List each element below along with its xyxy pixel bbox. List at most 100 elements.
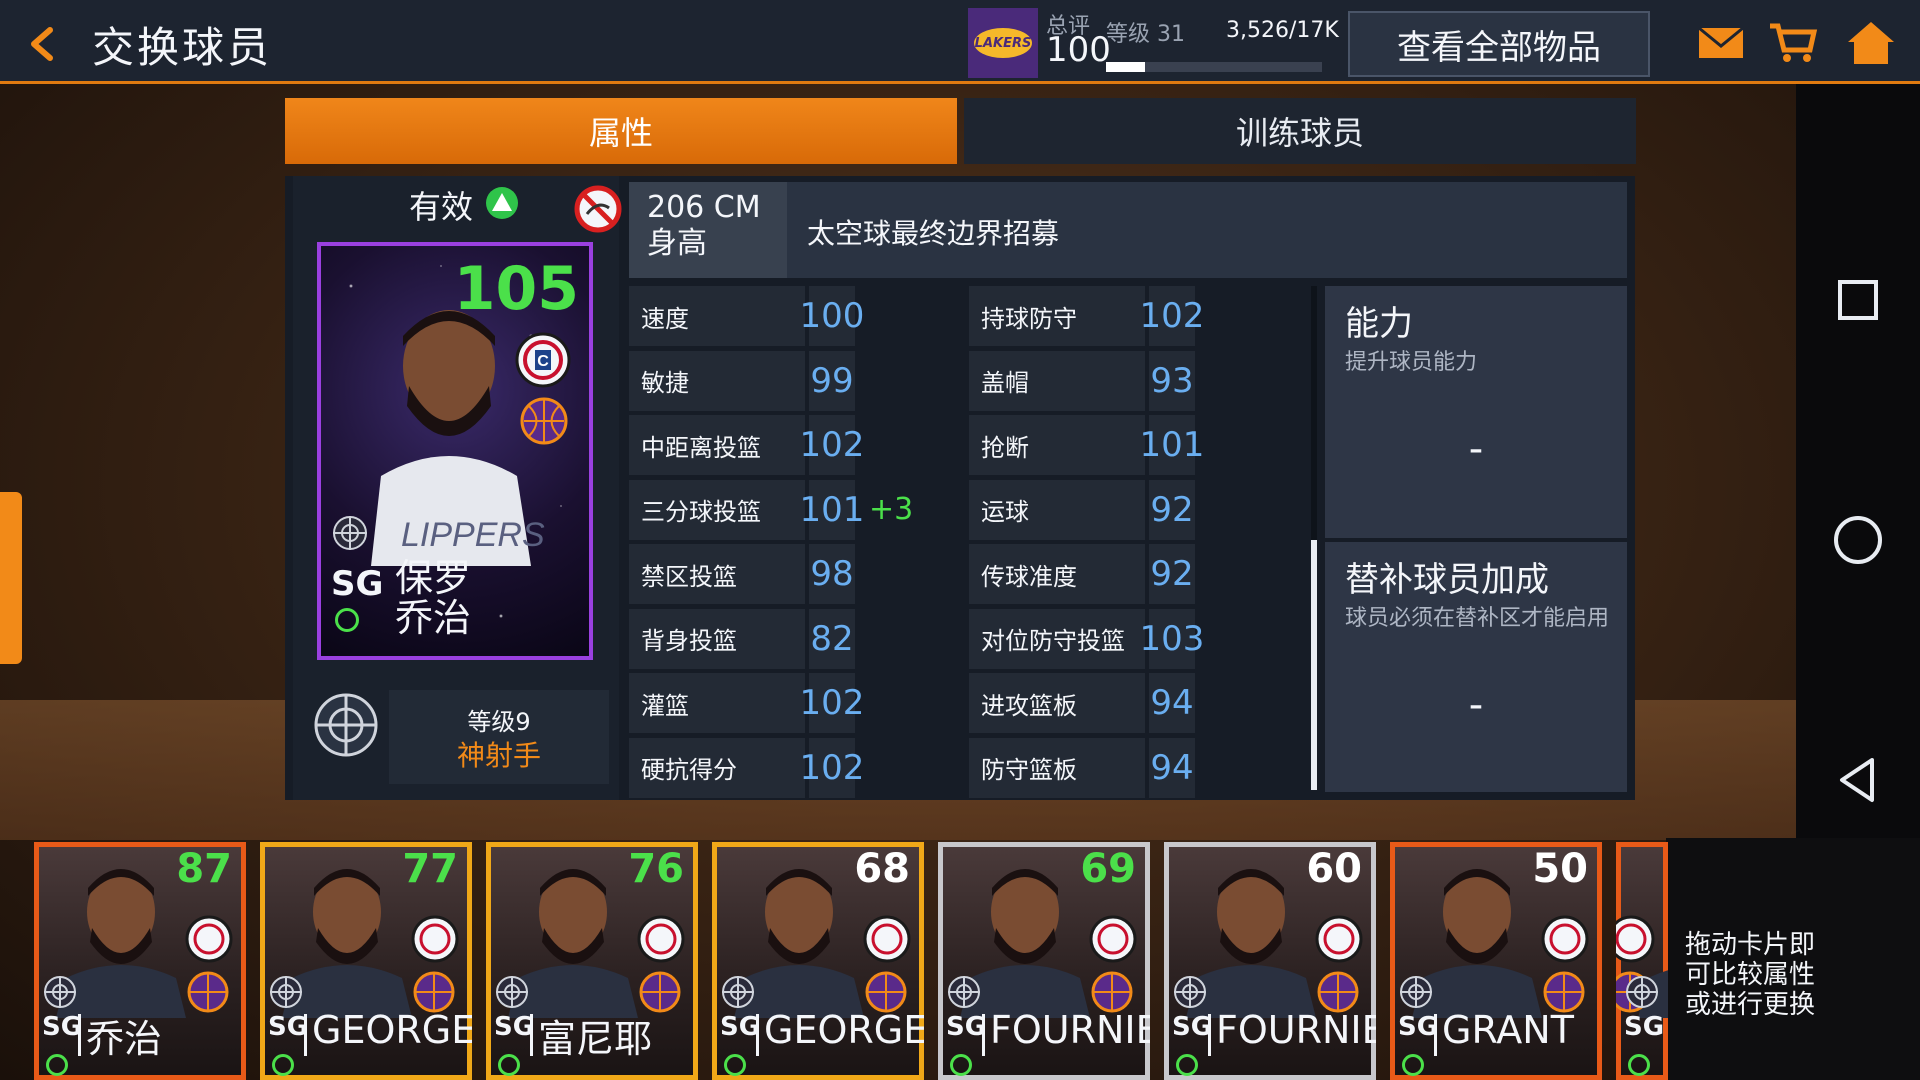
card-position: SG bbox=[42, 1012, 83, 1042]
card-position: SG bbox=[1172, 1012, 1213, 1042]
card-player-name: GEORGE bbox=[312, 1008, 472, 1052]
skill-box[interactable]: 等级9 神射手 bbox=[389, 690, 609, 784]
bench-bonus-panel[interactable]: 替补球员加成 球员必须在替补区才能启用 - bbox=[1325, 542, 1627, 792]
crosshair-icon bbox=[496, 976, 528, 1008]
team-badge-icon bbox=[1089, 915, 1137, 963]
cart-icon[interactable] bbox=[1768, 20, 1818, 66]
no-trade-icon[interactable] bbox=[573, 184, 623, 234]
stat-name: 中距离投篮 bbox=[629, 415, 805, 475]
stat-value: 102 bbox=[1140, 286, 1204, 346]
back-triangle-icon[interactable] bbox=[1828, 750, 1888, 810]
team-logo-text: LAKERS bbox=[974, 28, 1032, 58]
view-all-items-button[interactable]: 查看全部物品 bbox=[1348, 11, 1650, 77]
status-dot bbox=[46, 1054, 68, 1076]
card-name-separator bbox=[78, 1014, 81, 1056]
recent-apps-icon[interactable] bbox=[1828, 270, 1888, 330]
tab-attributes[interactable]: 属性 bbox=[285, 98, 957, 164]
stat-value: 92 bbox=[1149, 479, 1195, 540]
stat-value: 101 bbox=[1140, 415, 1204, 475]
team-logo: LAKERS bbox=[968, 8, 1038, 78]
card-origin: 太空球最终边界招募 bbox=[807, 217, 1060, 250]
skill-level: 等级9 bbox=[467, 708, 531, 736]
height-label: 身高 bbox=[647, 226, 707, 261]
stat-value: 103 bbox=[1140, 608, 1204, 669]
status-dot bbox=[498, 1054, 520, 1076]
card-position: SG bbox=[1398, 1012, 1439, 1042]
stat-row: 盖帽 93 bbox=[969, 350, 1269, 411]
ability-panel[interactable]: 能力 提升球员能力 - bbox=[1325, 286, 1627, 538]
bench-bonus-value: - bbox=[1468, 682, 1484, 728]
player-detail-panel: 有效 LIPPERS 105 C SG 保罗 乔治 等级9 神射手 206 CM… bbox=[285, 176, 1635, 800]
mail-icon[interactable] bbox=[1696, 20, 1746, 66]
card-rating: 77 bbox=[402, 846, 458, 892]
height-value: 206 CM bbox=[647, 190, 761, 225]
stat-row: 背身投篮 82 bbox=[629, 608, 929, 669]
stat-name: 持球防守 bbox=[969, 286, 1145, 346]
status-dot bbox=[272, 1054, 294, 1076]
stat-name: 对位防守投篮 bbox=[969, 608, 1145, 669]
player-position: SG bbox=[331, 564, 384, 604]
stat-value: 101 bbox=[800, 479, 864, 540]
scrollbar-thumb[interactable] bbox=[1311, 540, 1317, 790]
tab-train-player[interactable]: 训练球员 bbox=[964, 98, 1636, 164]
crosshair-icon bbox=[44, 976, 76, 1008]
roster-card[interactable]: 76 SG 富尼耶 bbox=[486, 842, 698, 1080]
side-drawer-handle[interactable] bbox=[0, 492, 22, 664]
stat-row: 进攻篮板 94 bbox=[969, 673, 1269, 733]
stat-value: 100 bbox=[800, 286, 864, 346]
stat-name: 禁区投篮 bbox=[629, 544, 805, 604]
stat-row: 对位防守投篮 103 bbox=[969, 608, 1269, 669]
stat-name: 背身投篮 bbox=[629, 608, 805, 669]
chevron-left-icon bbox=[31, 27, 53, 61]
roster-card[interactable]: 69 SGFOURNIER bbox=[938, 842, 1150, 1080]
card-player-name: GRANT bbox=[1442, 1008, 1574, 1052]
team-badge-icon bbox=[863, 915, 911, 963]
stat-bonus: +3 bbox=[869, 491, 914, 527]
ability-title: 能力 bbox=[1345, 304, 1413, 344]
card-player-name: FOURNIER bbox=[1216, 1008, 1376, 1052]
top-bar: 交换球员 LAKERS 总评 100 等级 31 3,526/17K 查看全部物… bbox=[0, 0, 1920, 84]
stat-name: 三分球投篮 bbox=[629, 479, 805, 540]
crosshair-icon bbox=[1626, 976, 1658, 1008]
drag-hint: 拖动卡片即可比较属性或进行更换 bbox=[1684, 930, 1815, 1020]
clippers-badge-icon: C bbox=[515, 332, 571, 388]
basketball-galaxy-icon bbox=[520, 397, 568, 445]
crosshair-icon bbox=[1400, 976, 1432, 1008]
stat-value: 94 bbox=[1149, 673, 1195, 733]
level-progress-fill bbox=[1106, 62, 1145, 72]
stat-name: 硬抗得分 bbox=[629, 737, 805, 798]
roster-card[interactable]: 60 SGFOURNIER bbox=[1164, 842, 1376, 1080]
stat-row: 禁区投篮 98 bbox=[629, 544, 929, 604]
crosshair-icon bbox=[948, 976, 980, 1008]
roster-card[interactable]: 87 SG 乔治 bbox=[34, 842, 246, 1080]
roster-card[interactable]: SG bbox=[1616, 842, 1668, 1080]
card-name-separator bbox=[304, 1014, 307, 1056]
roster-card[interactable]: 50 SG GRANT bbox=[1390, 842, 1602, 1080]
home-circle-icon[interactable] bbox=[1828, 510, 1888, 570]
stat-name: 传球准度 bbox=[969, 544, 1145, 604]
stat-value: 92 bbox=[1149, 544, 1195, 604]
card-rating: 69 bbox=[1080, 846, 1136, 892]
ability-value: - bbox=[1468, 426, 1484, 472]
player-card[interactable]: LIPPERS 105 C SG 保罗 乔治 bbox=[317, 242, 593, 660]
stat-name: 灌篮 bbox=[629, 673, 805, 733]
overall-value: 100 bbox=[1046, 30, 1111, 70]
roster-card[interactable]: 77 SG GEORGE bbox=[260, 842, 472, 1080]
stat-row: 抢断 101 bbox=[969, 415, 1269, 475]
crosshair-icon bbox=[333, 516, 367, 550]
bench-bonus-title: 替补球员加成 bbox=[1345, 560, 1549, 600]
status-dot bbox=[1628, 1054, 1650, 1076]
stat-name: 敏捷 bbox=[629, 350, 805, 411]
xp-text: 3,526/17K bbox=[1226, 18, 1339, 43]
team-badge-icon bbox=[1315, 915, 1363, 963]
svg-text:C: C bbox=[537, 353, 549, 370]
card-name-separator bbox=[530, 1014, 533, 1056]
card-name-separator bbox=[1208, 1014, 1211, 1056]
scrollbar[interactable] bbox=[1311, 286, 1317, 790]
roster-card[interactable]: 68 SG GEORGE bbox=[712, 842, 924, 1080]
card-position: SG bbox=[946, 1012, 987, 1042]
back-button[interactable] bbox=[22, 20, 62, 68]
status-dot bbox=[1402, 1054, 1424, 1076]
page-title: 交换球员 bbox=[92, 23, 273, 72]
home-icon[interactable] bbox=[1846, 20, 1896, 66]
